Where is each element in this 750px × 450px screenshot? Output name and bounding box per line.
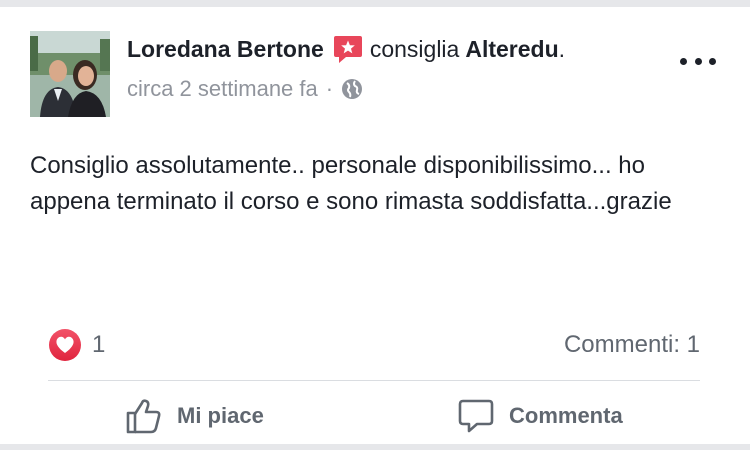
recommended-page-name[interactable]: Alteredu	[465, 36, 558, 63]
reactions-summary[interactable]: 1	[48, 327, 105, 363]
post-meta: circa 2 settimane fa ·	[127, 73, 363, 105]
avatar-photo	[30, 31, 110, 117]
comment-button[interactable]: Commenta	[457, 393, 623, 439]
comment-bubble-icon	[458, 399, 494, 433]
author-name[interactable]: Loredana Bertone	[127, 36, 324, 63]
comment-label: Commenta	[509, 403, 623, 428]
post-header: Loredana Bertone consiglia Alteredu .	[127, 32, 565, 66]
more-options-icon[interactable]	[680, 51, 716, 71]
recommend-badge-icon	[333, 36, 362, 63]
author-avatar[interactable]	[30, 31, 110, 117]
comments-count-link[interactable]: Commenti: 1	[564, 327, 700, 363]
actions-divider	[48, 380, 700, 381]
post-timestamp[interactable]: circa 2 settimane fa	[127, 76, 318, 102]
post-card: Loredana Bertone consiglia Alteredu . ci…	[0, 7, 750, 444]
more-dot	[694, 57, 702, 65]
heart-reaction-icon	[49, 329, 81, 361]
meta-separator: ·	[325, 76, 334, 101]
recommend-verb: consiglia	[369, 35, 460, 62]
header-period: .	[558, 35, 566, 62]
like-label: Mi piace	[177, 403, 264, 428]
like-button[interactable]: Mi piace	[125, 393, 264, 439]
more-dot	[709, 57, 716, 65]
globe-icon[interactable]	[341, 78, 363, 100]
more-dot	[680, 57, 687, 65]
reaction-count: 1	[92, 331, 106, 358]
thumbs-up-icon	[126, 399, 161, 434]
post-body-text: Consiglio assolutamente.. personale disp…	[30, 152, 672, 215]
